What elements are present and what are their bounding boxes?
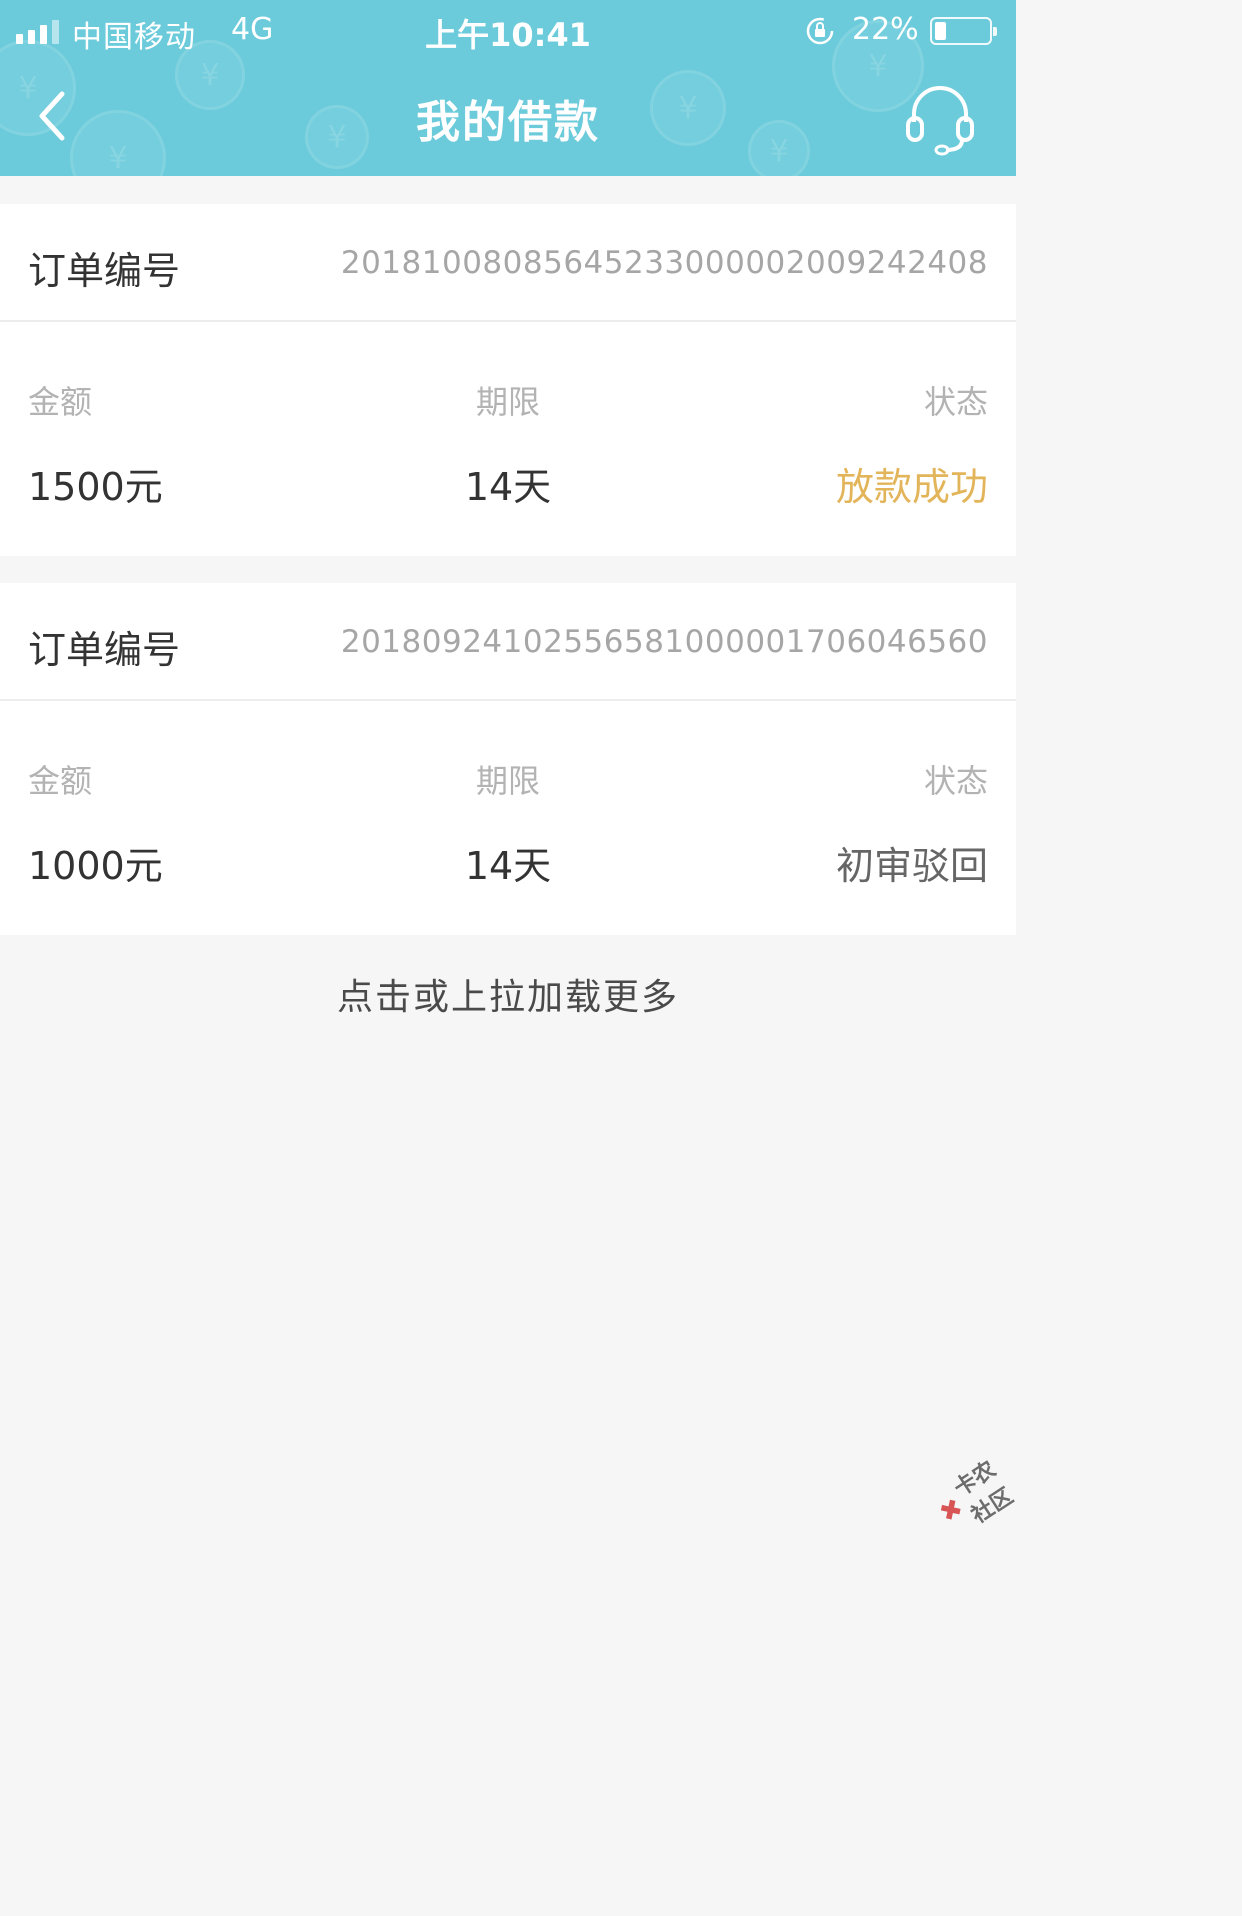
order-number-row: 订单编号 20180924102556581000001706046560 (0, 583, 1016, 701)
watermark-logo: ✖ 卡农社区 (925, 1440, 1036, 1543)
term-label: 期限 (475, 383, 540, 421)
battery-level-fill (935, 22, 946, 40)
order-details: 金额 期限 状态 1000元 14天 初审驳回 (0, 701, 1016, 935)
order-details: 金额 期限 状态 1500元 14天 放款成功 (0, 322, 1016, 556)
battery-percent: 22% (852, 12, 919, 47)
order-number-label: 订单编号 (28, 249, 181, 293)
loan-list-screen: ¥ ¥ ¥ ¥ ¥ ¥ ¥ 中国移动 4G 上午10:41 22% 我的借款 订… (0, 0, 1018, 1568)
orientation-lock-icon (806, 17, 834, 45)
battery-icon (930, 17, 997, 45)
order-number-row: 订单编号 20181008085645233000002009242408 (0, 204, 1016, 322)
status-label: 状态 (923, 383, 988, 421)
order-number-value: 20181008085645233000002009242408 (340, 245, 988, 281)
headset-icon[interactable] (900, 78, 980, 158)
page-title: 我的借款 (416, 97, 600, 148)
header-bar: ¥ ¥ ¥ ¥ ¥ ¥ ¥ 中国移动 4G 上午10:41 22% 我的借款 (0, 0, 1016, 176)
load-more-button[interactable]: 点击或上拉加载更多 (0, 968, 1016, 1020)
order-card[interactable]: 订单编号 20180924102556581000001706046560 金额… (0, 583, 1016, 935)
order-card[interactable]: 订单编号 20181008085645233000002009242408 金额… (0, 204, 1016, 556)
order-number-value: 20180924102556581000001706046560 (340, 624, 988, 660)
status-value: 初审驳回 (835, 844, 988, 888)
status-label: 状态 (923, 762, 988, 800)
status-bar: 中国移动 4G 上午10:41 22% (0, 0, 1016, 62)
order-number-label: 订单编号 (28, 628, 181, 672)
term-label: 期限 (475, 762, 540, 800)
status-value: 放款成功 (835, 465, 988, 509)
